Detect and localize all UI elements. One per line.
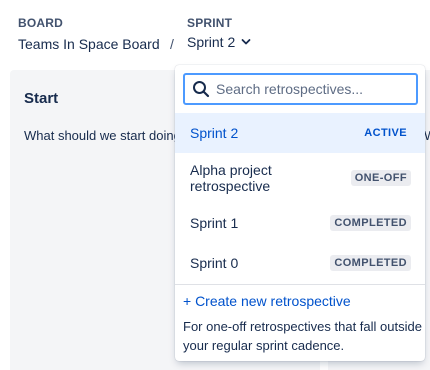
list-item-alpha-project[interactable]: Alpha project retrospective ONE-OFF [175, 153, 425, 203]
item-label: Sprint 0 [190, 255, 239, 271]
retrospective-dropdown: Sprint 2 ACTIVE Alpha project retrospect… [175, 65, 425, 361]
sprint-selector-value: Sprint 2 [187, 34, 236, 50]
status-badge: COMPLETED [330, 215, 411, 231]
status-badge: ONE-OFF [350, 170, 411, 186]
item-label: Alpha project retrospective [190, 162, 272, 194]
search-input[interactable] [216, 81, 406, 97]
list-item-sprint-1[interactable]: Sprint 1 COMPLETED [175, 203, 425, 243]
create-help-text: For one-off retrospectives that fall out… [183, 319, 422, 353]
sprint-label: SPRINT [187, 16, 233, 30]
create-retrospective-link[interactable]: + Create new retrospective [183, 293, 351, 309]
item-label: Sprint 2 [190, 125, 239, 141]
search-icon [192, 80, 210, 98]
chevron-down-icon [241, 38, 251, 46]
board-name-link[interactable]: Teams In Space Board [18, 36, 160, 52]
retro-page: BOARD Teams In Space Board / SPRINT Spri… [0, 0, 430, 370]
column-description: What should we start doing? [24, 128, 189, 143]
list-item-sprint-2[interactable]: Sprint 2 ACTIVE [175, 113, 425, 153]
board-label: BOARD [18, 16, 63, 30]
sprint-selector-button[interactable]: Sprint 2 [187, 34, 251, 50]
retrospective-list: Sprint 2 ACTIVE Alpha project retrospect… [175, 113, 425, 283]
list-item-sprint-0[interactable]: Sprint 0 COMPLETED [175, 243, 425, 283]
status-badge: COMPLETED [330, 255, 411, 271]
breadcrumb-separator: / [170, 36, 174, 52]
status-badge: ACTIVE [364, 127, 407, 139]
search-box [183, 73, 418, 105]
divider [175, 284, 425, 285]
item-label: Sprint 1 [190, 215, 239, 231]
column-title: Start [24, 90, 59, 107]
